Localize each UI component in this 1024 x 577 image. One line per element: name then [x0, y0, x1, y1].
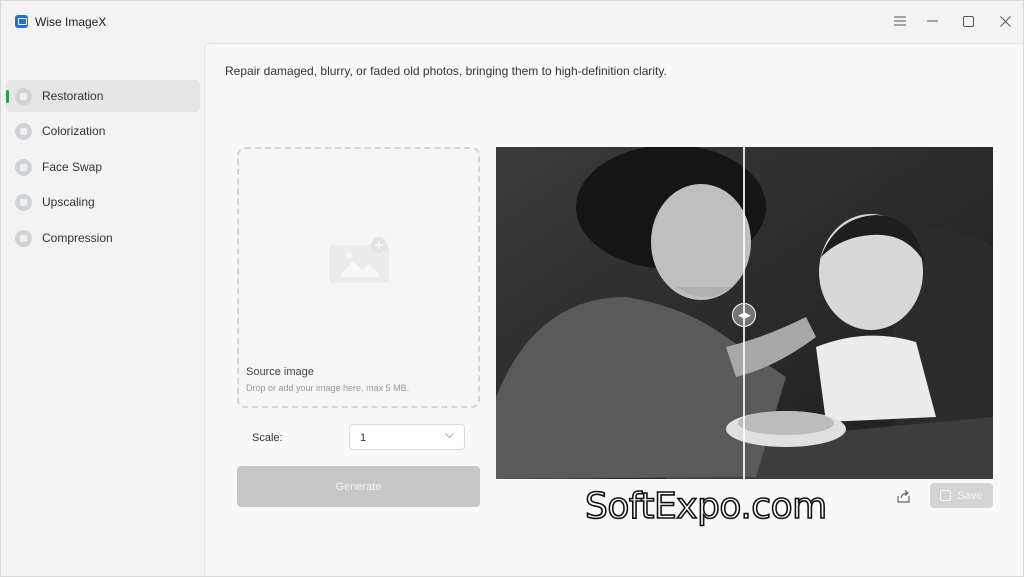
watermark: SoftExpo.com [584, 485, 828, 528]
colorization-icon [15, 123, 32, 140]
dropzone-subtitle: Drop or add your image here, max 5 MB. [246, 383, 410, 393]
sidebar-item-compression[interactable]: Compression [6, 222, 200, 254]
close-icon[interactable] [995, 11, 1015, 31]
comparison-preview[interactable]: ◀▶ [496, 147, 993, 479]
restoration-icon [15, 88, 32, 105]
hamburger-menu-icon[interactable] [890, 11, 910, 31]
app-title: Wise ImageX [35, 15, 107, 29]
source-image-dropzone[interactable]: Source image Drop or add your image here… [237, 147, 480, 408]
sidebar-item-restoration[interactable]: Restoration [6, 80, 200, 112]
generate-button[interactable]: Generate [237, 466, 480, 507]
comparison-handle-icon[interactable]: ◀▶ [732, 303, 756, 327]
upscaling-icon [15, 194, 32, 211]
scale-value: 1 [360, 432, 367, 444]
minimize-icon[interactable] [922, 11, 942, 31]
sidebar-item-label: Compression [42, 231, 113, 245]
compression-icon [15, 230, 32, 247]
scale-label: Scale: [252, 432, 283, 444]
chevron-down-icon [445, 431, 454, 442]
app-logo-icon [15, 15, 28, 28]
sidebar-item-label: Face Swap [42, 160, 103, 174]
sidebar-item-upscaling[interactable]: Upscaling [6, 186, 200, 218]
add-image-icon [329, 237, 389, 283]
save-icon [940, 490, 952, 501]
app-window: Wise ImageX Restoration Colorization Fac… [0, 0, 1024, 577]
face-swap-icon [15, 159, 32, 176]
active-indicator [6, 90, 9, 103]
sidebar-item-label: Colorization [42, 124, 106, 138]
save-label: Save [957, 489, 983, 502]
title-bar: Wise ImageX [1, 1, 1023, 43]
share-icon[interactable] [895, 488, 911, 504]
sidebar: Restoration Colorization Face Swap Upsca… [1, 43, 204, 576]
sidebar-item-face-swap[interactable]: Face Swap [6, 151, 200, 183]
feature-description: Repair damaged, blurry, or faded old pho… [225, 64, 667, 78]
sidebar-item-colorization[interactable]: Colorization [6, 115, 200, 147]
save-button[interactable]: Save [930, 483, 993, 508]
dropzone-title: Source image [246, 366, 314, 378]
maximize-icon[interactable] [958, 11, 978, 31]
sidebar-item-label: Restoration [42, 89, 104, 103]
scale-select[interactable]: 1 [349, 424, 465, 450]
sidebar-item-label: Upscaling [42, 195, 95, 209]
